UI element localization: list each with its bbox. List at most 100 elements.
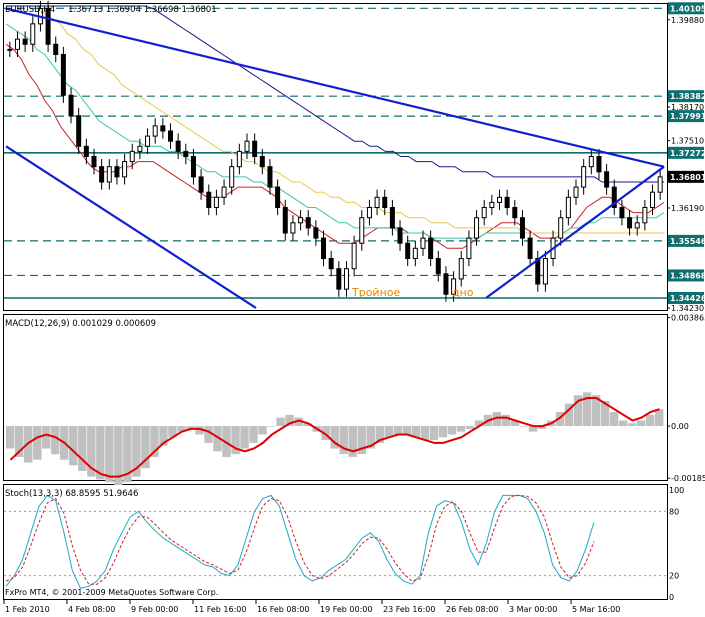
candle-body — [619, 207, 625, 219]
stoch-title: Stoch(13,3,3) 68.8595 51.9646 — [5, 489, 138, 499]
footer-credit: FxPro MT4, © 2001-2009 MetaQuotes Softwa… — [5, 588, 218, 597]
macd-bar — [6, 426, 15, 449]
candle-body — [604, 171, 610, 188]
macd-bar — [456, 426, 466, 432]
candle-body — [405, 242, 411, 260]
candle-body — [259, 155, 265, 168]
current-price-label: 1.36801 — [670, 173, 705, 182]
candle-body — [168, 130, 173, 142]
stoch-tick-label: 80 — [669, 507, 679, 516]
candle-body — [657, 176, 663, 193]
x-tick-label: 5 Mar 16:00 — [572, 605, 620, 614]
x-tick-label: 16 Feb 08:00 — [257, 605, 309, 614]
x-tick-label: 26 Feb 08:00 — [446, 605, 498, 614]
macd-bar — [33, 426, 42, 460]
candle-body — [389, 207, 395, 229]
stoch-tick-label: 0 — [669, 593, 674, 602]
price-tick-label: 1.34230 — [671, 304, 704, 313]
candle-body — [435, 258, 441, 275]
candle-body — [106, 166, 112, 183]
price-level-label: 1.37272 — [670, 149, 705, 158]
candle-body — [627, 217, 633, 229]
candle-body — [343, 268, 349, 290]
stoch-tick-label: 100 — [669, 486, 684, 495]
macd-bar — [105, 426, 114, 483]
candle-body — [466, 237, 472, 260]
candle-body — [145, 135, 151, 147]
macd-bar — [429, 426, 439, 441]
candle-body — [122, 161, 128, 178]
price-level-label: 1.38382 — [670, 92, 705, 101]
macd-bar — [627, 423, 637, 427]
candle-body — [68, 94, 74, 117]
candle-body — [382, 196, 388, 209]
macd-bar — [69, 426, 78, 466]
candle-body — [474, 217, 480, 239]
macd-bar — [654, 409, 664, 427]
candle-body — [275, 186, 281, 209]
candle-body — [229, 166, 235, 188]
candle-body — [374, 196, 380, 209]
candle-body — [412, 247, 418, 260]
candle-body — [267, 166, 273, 188]
annotation-triple: Тройное — [351, 286, 401, 299]
macd-bar — [258, 426, 267, 435]
candle-body — [7, 48, 13, 51]
candle-body — [53, 43, 59, 55]
macd-bar — [42, 426, 51, 449]
stoch-tick-label: 20 — [669, 572, 679, 581]
candle-body — [137, 145, 143, 152]
chart-window: 1.40105 1.38382 1.37991 1.37272 1.35546 1.348… — [3, 0, 705, 614]
macd-bar — [519, 426, 529, 427]
macd-bar — [267, 426, 276, 427]
price-tick-label: 1.38170 — [671, 103, 704, 112]
candle-body — [581, 166, 587, 188]
candle-body — [428, 237, 434, 260]
candle-body — [290, 222, 296, 234]
macd-tick-label: 0.003865 — [671, 314, 705, 323]
candle-body — [336, 268, 342, 290]
candle-body — [321, 237, 327, 260]
macd-bar — [609, 412, 619, 427]
candle-body — [305, 217, 311, 229]
candle-body — [198, 176, 204, 193]
candle-body — [366, 207, 372, 219]
x-tick-label: 1 Feb 2010 — [5, 605, 50, 614]
macd-bar — [393, 426, 403, 435]
price-level-label: 1.34426 — [670, 294, 705, 303]
candle-body — [313, 227, 319, 239]
price-tick-label: 1.37510 — [671, 137, 704, 146]
candle-body — [642, 207, 648, 224]
candle-body — [206, 191, 212, 209]
ohlc-readout: 1.36713 1.36904 1.36698 1.36801 — [68, 5, 217, 15]
x-tick-label: 11 Feb 16:00 — [194, 605, 246, 614]
candle-body — [443, 273, 449, 295]
price-level-label: 1.37991 — [670, 112, 705, 121]
candle-body — [83, 145, 89, 157]
macd-bar — [240, 426, 249, 449]
macd-tick-label: 0.00 — [671, 422, 689, 431]
price-level-label: 1.40105 — [670, 4, 705, 13]
macd-bar — [438, 426, 448, 438]
macd-bar — [636, 420, 646, 427]
candle-body — [497, 196, 502, 203]
candle-body — [14, 38, 20, 50]
candle-body — [573, 186, 579, 198]
candle-body — [99, 166, 105, 183]
price-level-label: 1.35546 — [670, 237, 705, 246]
candle-body — [489, 201, 495, 209]
candle-body — [328, 258, 334, 270]
macd-bar — [78, 426, 87, 471]
stoch-panel-frame — [3, 484, 668, 600]
candle-body — [152, 125, 158, 137]
candle-body — [565, 196, 571, 219]
macd-bar — [276, 417, 285, 427]
candle-body — [535, 258, 541, 285]
candle-body — [650, 191, 656, 209]
candle-body — [558, 217, 564, 239]
macd-bar — [348, 426, 357, 457]
macd-bar — [465, 426, 475, 429]
price-tick-label: 1.39880 — [671, 16, 704, 25]
candle-body — [351, 242, 357, 270]
x-tick-label: 4 Feb 08:00 — [68, 605, 115, 614]
